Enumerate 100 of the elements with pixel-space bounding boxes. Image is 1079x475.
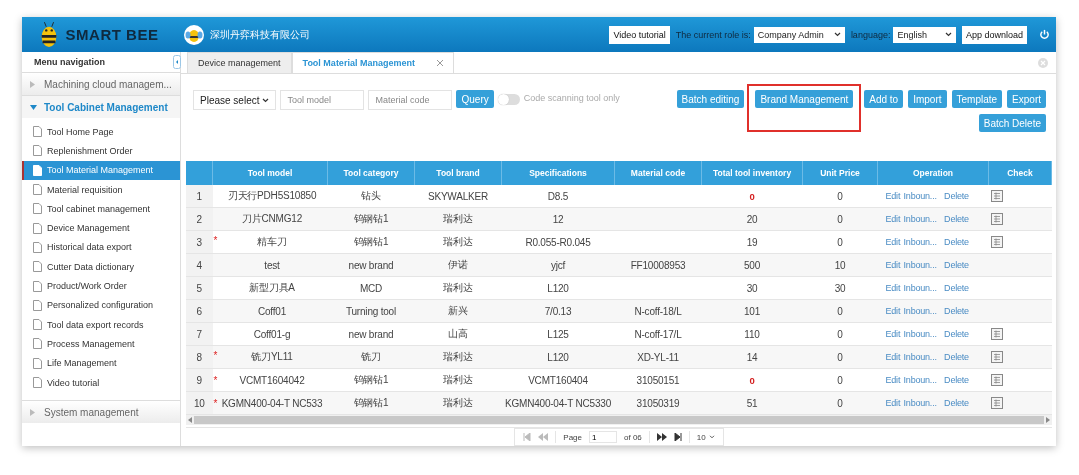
edit-link[interactable]: Edit bbox=[885, 352, 901, 362]
action-button[interactable]: Export bbox=[1007, 90, 1046, 108]
action-button[interactable]: Batch editing bbox=[676, 90, 745, 108]
menu-group[interactable]: System management bbox=[22, 400, 180, 424]
app-download-button[interactable]: App download bbox=[961, 25, 1027, 44]
delete-link[interactable]: Delete bbox=[944, 260, 969, 270]
edit-link[interactable]: Edit bbox=[885, 237, 901, 247]
material-code-field[interactable]: Material code bbox=[368, 90, 453, 110]
edit-link[interactable]: Edit bbox=[885, 329, 901, 339]
table-grid-icon[interactable] bbox=[990, 374, 1003, 387]
power-icon[interactable] bbox=[1039, 29, 1050, 40]
table-cell: 瑞利达 bbox=[414, 276, 502, 300]
table-cell: SKYWALKER bbox=[414, 185, 502, 208]
edit-link[interactable]: Edit bbox=[885, 283, 901, 293]
language-select[interactable]: English bbox=[893, 26, 956, 43]
app-name: SMART BEE bbox=[65, 26, 159, 43]
inbound-link[interactable]: Inboun... bbox=[903, 260, 937, 270]
delete-link[interactable]: Delete bbox=[944, 375, 969, 385]
collapse-icon[interactable] bbox=[173, 55, 181, 69]
inbound-link[interactable]: Inboun... bbox=[903, 375, 937, 385]
tool-model-field[interactable]: Tool model bbox=[280, 90, 365, 110]
toggle-label: Code scanning tool only bbox=[523, 93, 620, 103]
close-icon[interactable] bbox=[436, 60, 443, 66]
menu-group[interactable]: Tool Cabinet Management bbox=[22, 95, 180, 118]
row-number: 5 bbox=[186, 276, 213, 300]
delete-link[interactable]: Delete bbox=[944, 214, 969, 224]
delete-link[interactable]: Delete bbox=[944, 352, 969, 362]
next-page-icon[interactable] bbox=[656, 433, 667, 441]
delete-link[interactable]: Delete bbox=[944, 398, 969, 408]
edit-link[interactable]: Edit bbox=[885, 260, 901, 270]
table-cell: N-coff-17/L bbox=[614, 322, 702, 346]
inbound-link[interactable]: Inboun... bbox=[903, 214, 937, 224]
menu-group[interactable]: Machining cloud managem... bbox=[22, 72, 180, 95]
table-grid-icon[interactable] bbox=[990, 397, 1003, 410]
column-header: Specifications bbox=[501, 161, 615, 185]
action-button[interactable]: Import bbox=[908, 90, 947, 108]
action-button[interactable]: Add to bbox=[864, 90, 904, 108]
chevron-down-icon bbox=[708, 435, 715, 439]
table-grid-icon[interactable] bbox=[990, 236, 1003, 249]
page-total: of 06 bbox=[624, 432, 642, 442]
table-cell: 钻头 bbox=[327, 185, 415, 208]
edit-link[interactable]: Edit bbox=[885, 306, 901, 316]
sidebar-item[interactable]: Device Management bbox=[22, 218, 180, 238]
delete-link[interactable]: Delete bbox=[944, 329, 969, 339]
inbound-link[interactable]: Inboun... bbox=[903, 398, 937, 408]
table-grid-icon[interactable] bbox=[990, 351, 1003, 364]
action-button[interactable]: Template bbox=[951, 90, 1003, 108]
inbound-link[interactable]: Inboun... bbox=[903, 237, 937, 247]
inbound-link[interactable]: Inboun... bbox=[903, 352, 937, 362]
table-grid-icon[interactable] bbox=[990, 190, 1003, 203]
inbound-link[interactable]: Inboun... bbox=[903, 191, 937, 201]
query-button[interactable]: Query bbox=[456, 90, 494, 108]
sidebar-item[interactable]: Replenishment Order bbox=[22, 141, 180, 161]
page-number-field[interactable]: 1 bbox=[589, 431, 617, 443]
delete-link[interactable]: Delete bbox=[944, 283, 969, 293]
sidebar-item[interactable]: Life Management bbox=[22, 353, 180, 373]
table-cell: 30 bbox=[802, 276, 878, 300]
sidebar-item[interactable]: Process Management bbox=[22, 334, 180, 354]
sidebar-item[interactable]: Product/Work Order bbox=[22, 276, 180, 296]
page-size-select[interactable]: 10 bbox=[696, 432, 715, 442]
batch-delete-button[interactable]: Batch Delete bbox=[978, 114, 1046, 132]
row-number: 9 bbox=[186, 368, 213, 392]
inbound-link[interactable]: Inboun... bbox=[903, 283, 937, 293]
table-grid-icon[interactable] bbox=[990, 213, 1003, 226]
last-page-icon[interactable] bbox=[673, 433, 682, 441]
toggle-switch[interactable] bbox=[497, 94, 520, 105]
sidebar-item[interactable]: Material requisition bbox=[22, 179, 180, 200]
sidebar-item[interactable]: Tool data export records bbox=[22, 314, 180, 335]
scroll-right-icon[interactable] bbox=[1046, 417, 1050, 423]
edit-link[interactable]: Edit bbox=[885, 375, 901, 385]
edit-link[interactable]: Edit bbox=[885, 214, 901, 224]
previous-page-icon[interactable] bbox=[538, 433, 549, 441]
language-label: language: bbox=[850, 29, 891, 40]
inbound-link[interactable]: Inboun... bbox=[903, 306, 937, 316]
tab[interactable]: Device management bbox=[187, 52, 292, 73]
table-grid-icon[interactable] bbox=[990, 328, 1003, 341]
sidebar-item[interactable]: Historical data export bbox=[22, 237, 180, 258]
tab[interactable]: Tool Material Management bbox=[291, 52, 454, 73]
action-button[interactable]: Brand Management bbox=[755, 90, 854, 108]
column-header: Total tool inventory bbox=[701, 161, 803, 185]
page-icon bbox=[33, 357, 42, 369]
sidebar-item[interactable]: Tool cabinet management bbox=[22, 199, 180, 219]
scroll-left-icon[interactable] bbox=[188, 417, 192, 423]
edit-link[interactable]: Edit bbox=[885, 191, 901, 201]
sidebar-item[interactable]: Video tutorial bbox=[22, 372, 180, 393]
sidebar-item[interactable]: Tool Material Management bbox=[22, 160, 180, 180]
table-cell-text: 新型刀具A bbox=[248, 281, 296, 295]
delete-link[interactable]: Delete bbox=[944, 306, 969, 316]
sidebar-item[interactable]: Tool Home Page bbox=[22, 122, 180, 142]
sidebar-item[interactable]: Cutter Data dictionary bbox=[22, 257, 180, 277]
sidebar-item[interactable]: Personalized configuration bbox=[22, 295, 180, 315]
role-select[interactable]: Company Admin bbox=[753, 26, 845, 43]
edit-link[interactable]: Edit bbox=[885, 398, 901, 408]
horizontal-scrollbar[interactable] bbox=[186, 415, 1052, 425]
delete-link[interactable]: Delete bbox=[944, 191, 969, 201]
inbound-link[interactable]: Inboun... bbox=[903, 329, 937, 339]
first-page-icon[interactable] bbox=[523, 433, 532, 441]
category-select[interactable]: Please select bbox=[193, 90, 277, 110]
delete-link[interactable]: Delete bbox=[944, 237, 969, 247]
video-tutorial-button[interactable]: Video tutorial bbox=[609, 25, 670, 44]
